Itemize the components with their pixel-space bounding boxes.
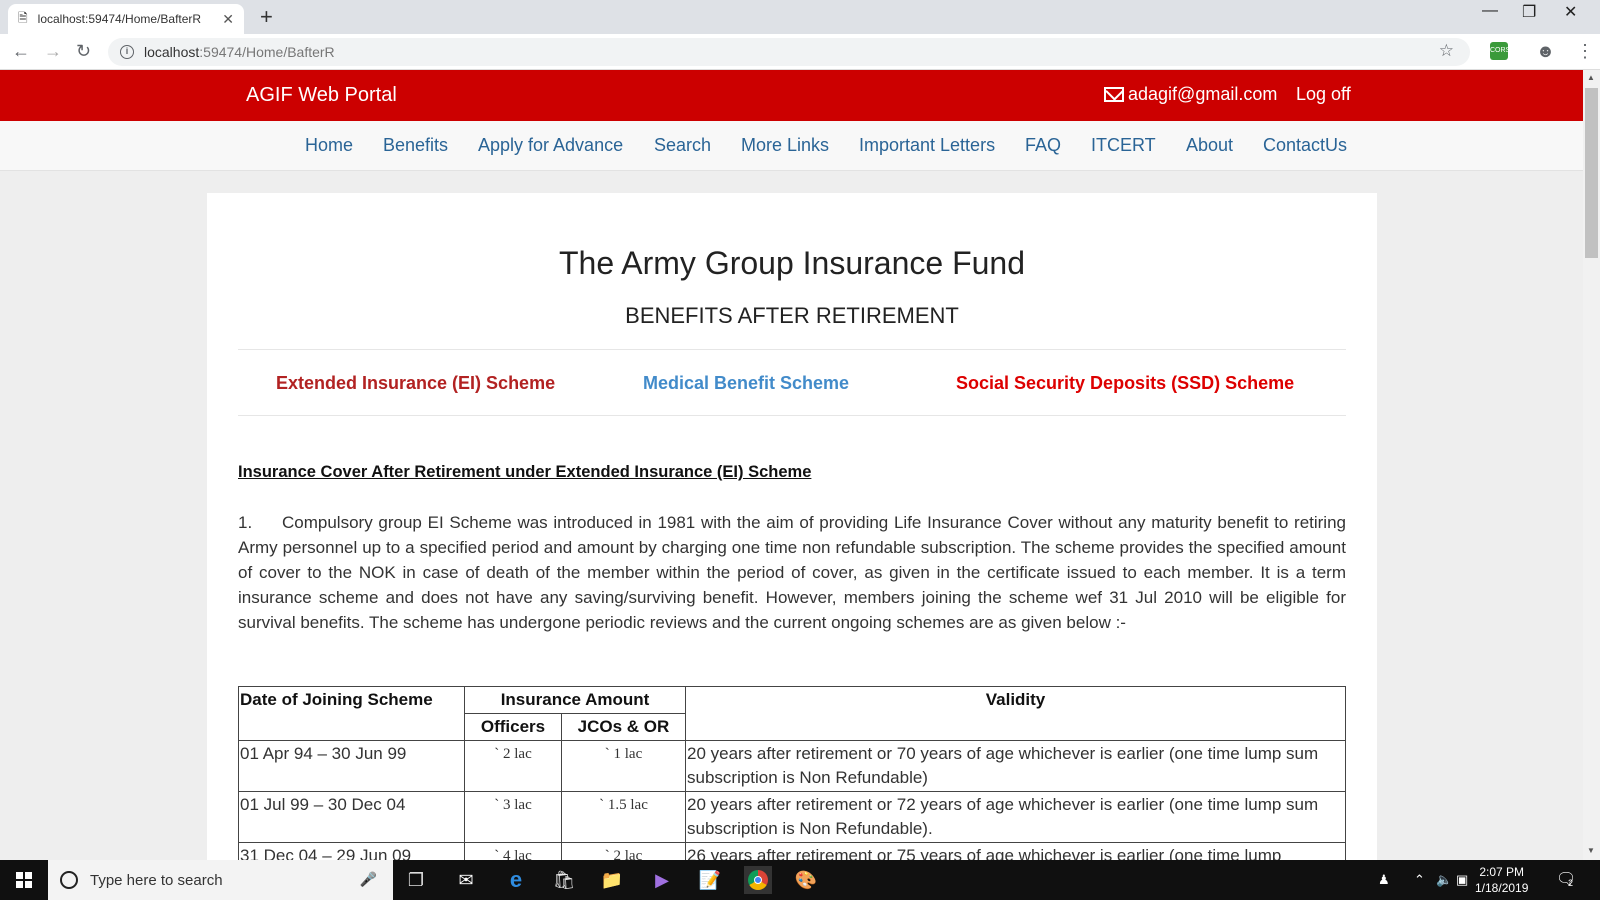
nav-contactus[interactable]: ContactUs <box>1263 135 1347 156</box>
edge-browser-icon[interactable]: e <box>502 866 530 894</box>
notification-count: 2 <box>1568 878 1574 888</box>
nav-itcert[interactable]: ITCERT <box>1091 135 1156 156</box>
cell-officers: ` 2 lac <box>464 740 562 792</box>
cell-jcos: ` 1.5 lac <box>561 791 686 843</box>
clock-date: 1/18/2019 <box>1475 881 1529 895</box>
ei-scheme-table: Date of Joining Scheme Insurance Amount … <box>238 686 1346 870</box>
new-tab-icon[interactable]: + <box>260 4 273 30</box>
envelope-icon <box>1104 87 1124 102</box>
paint-app-icon[interactable]: 🎨 <box>792 866 820 894</box>
bookmark-star-icon[interactable]: ☆ <box>1439 41 1454 61</box>
content-card: The Army Group Insurance Fund BENEFITS A… <box>207 193 1377 900</box>
volume-muted-icon[interactable]: 🔈 <box>1436 872 1452 888</box>
table-row: 01 Apr 94 – 30 Jun 99 ` 2 lac ` 1 lac 20… <box>238 740 1346 792</box>
header-insurance-amount: Insurance Amount <box>464 686 686 714</box>
scrollbar-thumb[interactable] <box>1585 88 1598 258</box>
ei-scheme-link[interactable]: Extended Insurance (EI) Scheme <box>276 373 555 394</box>
windows-start-icon[interactable] <box>16 872 32 888</box>
cell-date: 01 Apr 94 – 30 Jun 99 <box>238 740 465 792</box>
page-title: The Army Group Insurance Fund <box>559 245 1025 281</box>
taskbar-clock[interactable]: 2:07 PM 1/18/2019 <box>1475 864 1528 896</box>
user-email: adagif@gmail.com <box>1128 84 1278 104</box>
divider <box>238 415 1346 416</box>
task-view-icon[interactable]: ❐ <box>402 866 430 894</box>
menu-icon[interactable]: ⋮ <box>1576 41 1594 62</box>
back-icon[interactable]: ← <box>12 41 30 62</box>
taskbar-search-box[interactable]: Type here to search 🎤 <box>48 860 393 900</box>
visual-studio-icon[interactable]: ▶ <box>648 866 676 894</box>
browser-toolbar: ← → ↻ i localhost:59474/Home/BafterR ☆ C… <box>0 34 1600 70</box>
header-validity: Validity <box>685 686 1346 741</box>
table-header-row: Date of Joining Scheme Insurance Amount … <box>238 686 1346 741</box>
network-icon[interactable]: ▣ <box>1456 872 1468 888</box>
medical-scheme-link[interactable]: Medical Benefit Scheme <box>643 373 849 394</box>
section-heading: Insurance Cover After Retirement under E… <box>238 463 812 481</box>
reload-icon[interactable]: ↻ <box>76 41 91 62</box>
cell-validity: 20 years after retirement or 70 years of… <box>685 740 1346 792</box>
restore-icon[interactable]: ❐ <box>1522 2 1536 22</box>
scroll-up-icon[interactable]: ▲ <box>1587 73 1595 82</box>
mail-app-icon[interactable]: ✉ <box>452 866 480 894</box>
action-center-icon[interactable]: 🗨 2 <box>1556 869 1576 889</box>
url-host: localhost <box>144 44 200 60</box>
people-icon[interactable]: ♟ <box>1378 872 1390 888</box>
cortana-icon <box>60 871 78 889</box>
nav-home[interactable]: Home <box>305 135 353 156</box>
paragraph-number: 1. <box>238 513 253 532</box>
page-subtitle: BENEFITS AFTER RETIREMENT <box>625 303 959 328</box>
nav-search[interactable]: Search <box>654 135 711 156</box>
show-hidden-icons-icon[interactable]: ⌃ <box>1414 872 1425 888</box>
cell-validity: 20 years after retirement or 72 years of… <box>685 791 1346 843</box>
page-scrollbar[interactable]: ▲ ▼ <box>1583 70 1600 860</box>
info-icon[interactable]: i <box>120 45 134 59</box>
ssd-scheme-link[interactable]: Social Security Deposits (SSD) Scheme <box>956 373 1294 394</box>
main-navbar: Home Benefits Apply for Advance Search M… <box>0 121 1583 171</box>
intro-paragraph: 1. Compulsory group EI Scheme was introdu… <box>238 510 1346 635</box>
page-icon: 🗎 <box>18 10 28 25</box>
cell-date: 01 Jul 99 – 30 Dec 04 <box>238 791 465 843</box>
nav-more-links[interactable]: More Links <box>741 135 829 156</box>
chrome-browser-icon[interactable] <box>744 866 772 894</box>
close-tab-icon[interactable]: ✕ <box>222 11 234 28</box>
address-bar[interactable]: i localhost:59474/Home/BafterR ☆ <box>108 38 1470 66</box>
file-explorer-icon[interactable]: 📁 <box>598 866 626 894</box>
cors-extension-icon[interactable]: CORS <box>1490 42 1510 60</box>
microphone-icon[interactable]: 🎤 <box>360 871 377 888</box>
clock-time: 2:07 PM <box>1479 865 1525 879</box>
paragraph-text: Compulsory group EI Scheme was introduce… <box>238 513 1346 632</box>
taskbar-search-placeholder: Type here to search <box>90 871 223 889</box>
close-window-icon[interactable]: ✕ <box>1564 2 1577 22</box>
nav-about[interactable]: About <box>1186 135 1233 156</box>
browser-tab[interactable]: 🗎 localhost:59474/Home/BafterR ✕ <box>8 4 244 34</box>
windows-taskbar: Type here to search 🎤 ❐ ✉ e 🛍 📁 ▶ 📝 🎨 ♟ … <box>0 860 1600 900</box>
divider <box>238 349 1346 350</box>
url-path: :59474/Home/BafterR <box>199 44 335 60</box>
nav-faq[interactable]: FAQ <box>1025 135 1061 156</box>
minimize-icon[interactable]: — <box>1482 2 1498 20</box>
user-email-link[interactable]: adagif@gmail.com <box>1104 84 1277 105</box>
nav-benefits[interactable]: Benefits <box>383 135 448 156</box>
browser-tabstrip: 🗎 localhost:59474/Home/BafterR ✕ + — ❐ ✕ <box>0 0 1600 34</box>
notepad-app-icon[interactable]: 📝 <box>696 866 724 894</box>
site-brand[interactable]: AGIF Web Portal <box>246 84 397 107</box>
logoff-link[interactable]: Log off <box>1296 84 1351 105</box>
cell-officers: ` 3 lac <box>464 791 562 843</box>
cell-jcos: ` 1 lac <box>561 740 686 792</box>
scroll-down-icon[interactable]: ▼ <box>1587 846 1595 855</box>
header-jcos-or: JCOs & OR <box>561 713 686 741</box>
header-officers: Officers <box>464 713 562 741</box>
nav-important-letters[interactable]: Important Letters <box>859 135 995 156</box>
forward-icon[interactable]: → <box>44 41 62 62</box>
header-date-of-joining: Date of Joining Scheme <box>238 686 465 741</box>
tab-title: localhost:59474/Home/BafterR <box>37 12 202 26</box>
site-header: AGIF Web Portal adagif@gmail.com Log off <box>0 70 1583 121</box>
nav-apply-for-advance[interactable]: Apply for Advance <box>478 135 623 156</box>
profile-icon[interactable]: ☻ <box>1536 41 1555 62</box>
table-row: 01 Jul 99 – 30 Dec 04 ` 3 lac ` 1.5 lac … <box>238 791 1346 843</box>
store-icon[interactable]: 🛍 <box>550 866 578 894</box>
